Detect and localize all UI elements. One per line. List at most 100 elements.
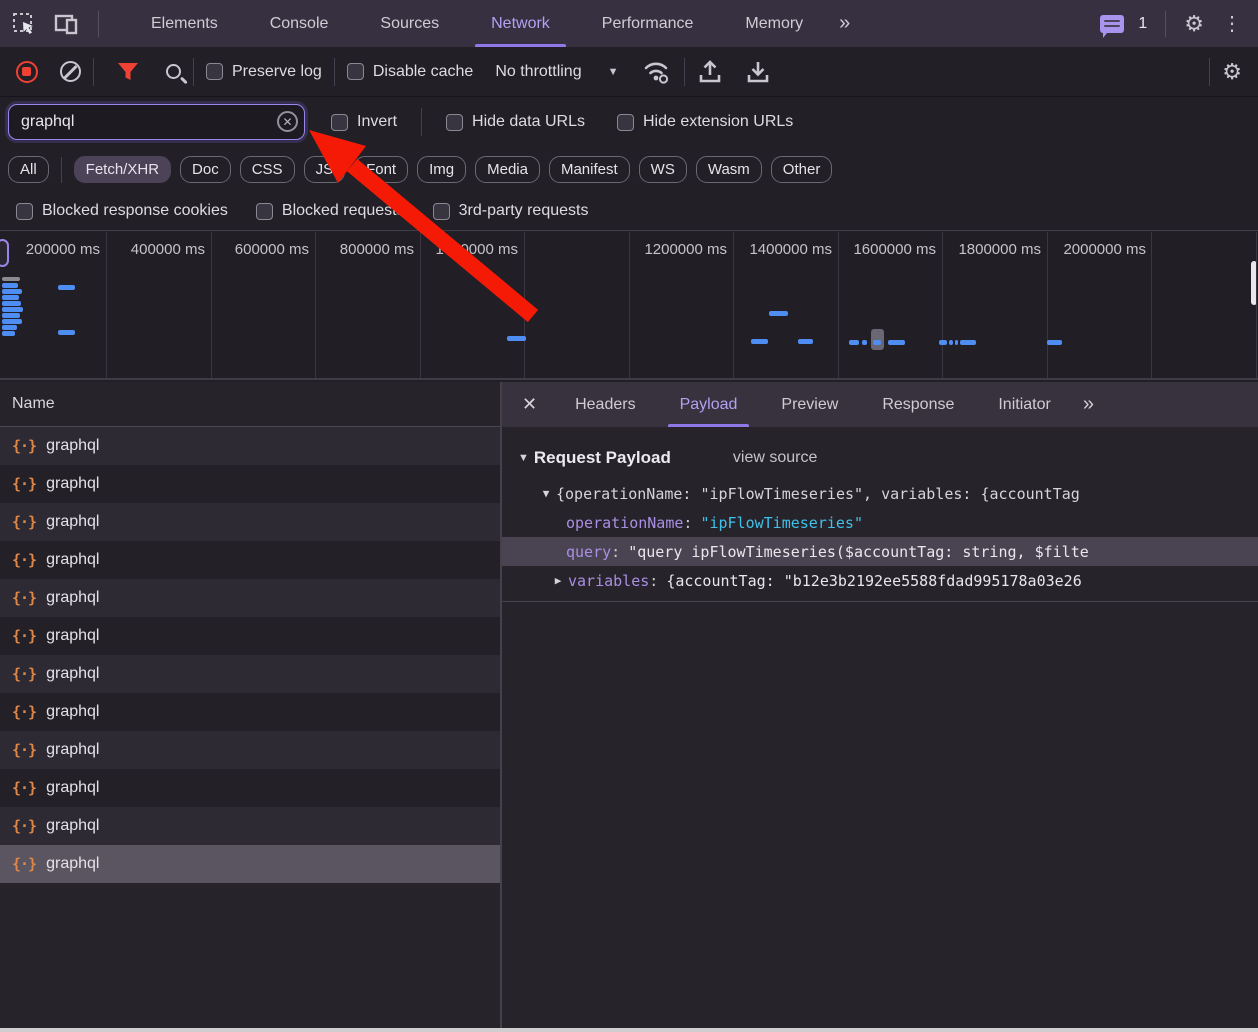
waterfall-bar[interactable] bbox=[1047, 340, 1062, 345]
waterfall-bar[interactable] bbox=[873, 340, 881, 345]
filter-chip-all[interactable]: All bbox=[8, 156, 49, 183]
waterfall-bar[interactable] bbox=[2, 307, 23, 312]
clear-network-log-icon[interactable] bbox=[60, 61, 81, 82]
clear-filter-icon[interactable]: ✕ bbox=[277, 111, 298, 132]
filter-input[interactable] bbox=[8, 104, 305, 140]
export-har-icon[interactable] bbox=[745, 59, 771, 85]
filter-chip-wasm[interactable]: Wasm bbox=[696, 156, 762, 183]
blocked-response-cookies-checkbox[interactable] bbox=[16, 203, 33, 220]
waterfall-bar[interactable] bbox=[58, 285, 75, 290]
expand-arrow-icon[interactable]: ▼ bbox=[540, 487, 552, 500]
request-row[interactable]: {·}graphql bbox=[0, 503, 500, 541]
waterfall-bar[interactable] bbox=[2, 289, 22, 294]
search-network-icon[interactable] bbox=[166, 64, 181, 79]
disable-cache-checkbox[interactable] bbox=[347, 63, 364, 80]
waterfall-bar[interactable] bbox=[798, 339, 813, 344]
filter-funnel-icon[interactable] bbox=[116, 61, 140, 83]
filter-chip-font[interactable]: Font bbox=[354, 156, 408, 183]
details-tab-response[interactable]: Response bbox=[860, 382, 976, 427]
payload-row-query[interactable]: query:"query ipFlowTimeseries($accountTa… bbox=[502, 537, 1258, 566]
waterfall-bar[interactable] bbox=[507, 336, 526, 341]
waterfall-bar[interactable] bbox=[955, 340, 958, 345]
payload-row-operationname[interactable]: operationName:"ipFlowTimeseries" bbox=[502, 508, 1258, 537]
details-tab-headers[interactable]: Headers bbox=[553, 382, 657, 427]
filter-chip-ws[interactable]: WS bbox=[639, 156, 687, 183]
invert-option: Invert bbox=[331, 113, 397, 131]
throttling-select[interactable]: No throttling ▼ bbox=[495, 63, 618, 81]
collapsed-arrow-icon[interactable]: ▶ bbox=[552, 574, 564, 587]
import-har-icon[interactable] bbox=[697, 59, 723, 85]
request-row[interactable]: {·}graphql bbox=[0, 579, 500, 617]
invert-checkbox[interactable] bbox=[331, 114, 348, 131]
3rd-party-requests-checkbox[interactable] bbox=[433, 203, 450, 220]
request-row[interactable]: {·}graphql bbox=[0, 465, 500, 503]
tab-memory[interactable]: Memory bbox=[719, 0, 829, 47]
request-row[interactable]: {·}graphql bbox=[0, 541, 500, 579]
filter-chip-img[interactable]: Img bbox=[417, 156, 466, 183]
filter-chip-other[interactable]: Other bbox=[771, 156, 833, 183]
chip-label: Img bbox=[429, 161, 454, 178]
toggle-device-toolbar-icon[interactable] bbox=[54, 12, 80, 36]
filter-chip-media[interactable]: Media bbox=[475, 156, 540, 183]
network-overview-timeline[interactable]: 200000 ms400000 ms600000 ms800000 ms1000… bbox=[0, 232, 1258, 380]
waterfall-bar[interactable] bbox=[2, 283, 18, 288]
tab-sources[interactable]: Sources bbox=[354, 0, 465, 47]
filter-chip-doc[interactable]: Doc bbox=[180, 156, 231, 183]
inspect-element-icon[interactable] bbox=[12, 12, 36, 36]
waterfall-bar[interactable] bbox=[2, 295, 19, 300]
more-tabs-icon[interactable]: » bbox=[1073, 393, 1102, 416]
request-row[interactable]: {·}graphql bbox=[0, 655, 500, 693]
waterfall-bar[interactable] bbox=[2, 277, 20, 281]
tab-performance[interactable]: Performance bbox=[576, 0, 720, 47]
settings-gear-icon[interactable]: ⚙ bbox=[1184, 13, 1204, 35]
view-source-link[interactable]: view source bbox=[733, 449, 817, 467]
tab-label: Console bbox=[270, 15, 329, 33]
request-row[interactable]: {·}graphql bbox=[0, 693, 500, 731]
filter-chip-js[interactable]: JS bbox=[304, 156, 346, 183]
waterfall-bar[interactable] bbox=[939, 340, 947, 345]
waterfall-bar[interactable] bbox=[949, 340, 953, 345]
waterfall-bar[interactable] bbox=[58, 330, 75, 335]
waterfall-bar[interactable] bbox=[769, 311, 788, 316]
request-row[interactable]: {·}graphql bbox=[0, 731, 500, 769]
filter-chip-fetch-xhr[interactable]: Fetch/XHR bbox=[74, 156, 171, 183]
close-details-icon[interactable]: ✕ bbox=[502, 382, 553, 427]
preserve-log-checkbox[interactable] bbox=[206, 63, 223, 80]
tab-console[interactable]: Console bbox=[244, 0, 355, 47]
waterfall-bar[interactable] bbox=[2, 313, 20, 318]
filter-chip-manifest[interactable]: Manifest bbox=[549, 156, 630, 183]
network-conditions-icon[interactable] bbox=[642, 59, 672, 85]
issues-message-icon[interactable] bbox=[1100, 15, 1124, 33]
hide-data-urls-checkbox[interactable] bbox=[446, 114, 463, 131]
waterfall-bar[interactable] bbox=[2, 319, 22, 324]
payload-preview-row[interactable]: ▼ {operationName: "ipFlowTimeseries", va… bbox=[502, 479, 1258, 508]
kebab-menu-icon[interactable]: ⋮ bbox=[1218, 11, 1246, 36]
expand-arrow-icon[interactable]: ▼ bbox=[518, 452, 529, 464]
waterfall-bar[interactable] bbox=[2, 301, 21, 306]
record-network-log-icon[interactable] bbox=[16, 61, 38, 83]
waterfall-bar[interactable] bbox=[2, 325, 17, 330]
waterfall-bar[interactable] bbox=[849, 340, 859, 345]
payload-row-variables[interactable]: ▶variables:{accountTag: "b12e3b2192ee558… bbox=[502, 566, 1258, 595]
waterfall-bar[interactable] bbox=[2, 331, 15, 336]
request-row[interactable]: {·}graphql bbox=[0, 807, 500, 845]
waterfall-bar[interactable] bbox=[888, 340, 905, 345]
waterfall-bar[interactable] bbox=[862, 340, 867, 345]
network-settings-gear-icon[interactable]: ⚙ bbox=[1222, 61, 1242, 83]
request-row[interactable]: {·}graphql bbox=[0, 427, 500, 465]
tab-elements[interactable]: Elements bbox=[125, 0, 244, 47]
blocked-requests-checkbox[interactable] bbox=[256, 203, 273, 220]
waterfall-bar[interactable] bbox=[960, 340, 976, 345]
details-tab-preview[interactable]: Preview bbox=[759, 382, 860, 427]
request-row[interactable]: {·}graphql bbox=[0, 769, 500, 807]
tab-network[interactable]: Network bbox=[465, 0, 576, 47]
name-column-header[interactable]: Name bbox=[0, 382, 500, 427]
hide-extension-urls-checkbox[interactable] bbox=[617, 114, 634, 131]
details-tab-payload[interactable]: Payload bbox=[658, 382, 760, 427]
request-row[interactable]: {·}graphql bbox=[0, 617, 500, 655]
request-row[interactable]: {·}graphql bbox=[0, 845, 500, 883]
more-panels-icon[interactable]: » bbox=[829, 12, 858, 35]
filter-chip-css[interactable]: CSS bbox=[240, 156, 295, 183]
details-tab-initiator[interactable]: Initiator bbox=[976, 382, 1072, 427]
waterfall-bar[interactable] bbox=[751, 339, 768, 344]
